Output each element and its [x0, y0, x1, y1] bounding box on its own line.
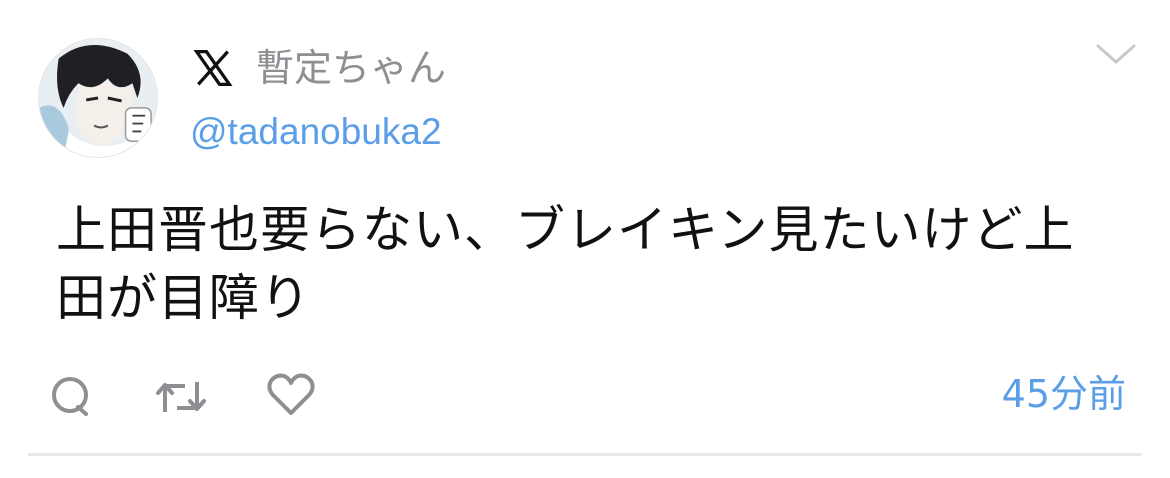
tweet-card: 暫定ちゃん @tadanobuka2 上田晋也要らない、ブレイキン見たいけど上田…: [0, 0, 1170, 478]
display-name[interactable]: 暫定ちゃん: [256, 44, 446, 92]
retweet-icon[interactable]: [155, 374, 207, 420]
action-bar: 45分前: [0, 368, 1170, 428]
heart-icon[interactable]: [266, 372, 316, 418]
x-logo-icon: [193, 50, 233, 86]
reply-icon[interactable]: [48, 374, 94, 420]
timestamp[interactable]: 45分前: [1002, 370, 1126, 418]
divider: [28, 453, 1142, 456]
avatar-image: [39, 39, 157, 157]
chevron-down-icon[interactable]: [1094, 40, 1138, 68]
user-handle[interactable]: @tadanobuka2: [190, 109, 442, 155]
avatar[interactable]: [38, 38, 158, 158]
tweet-text: 上田晋也要らない、ブレイキン見たいけど上田が目障り: [56, 201, 1075, 327]
